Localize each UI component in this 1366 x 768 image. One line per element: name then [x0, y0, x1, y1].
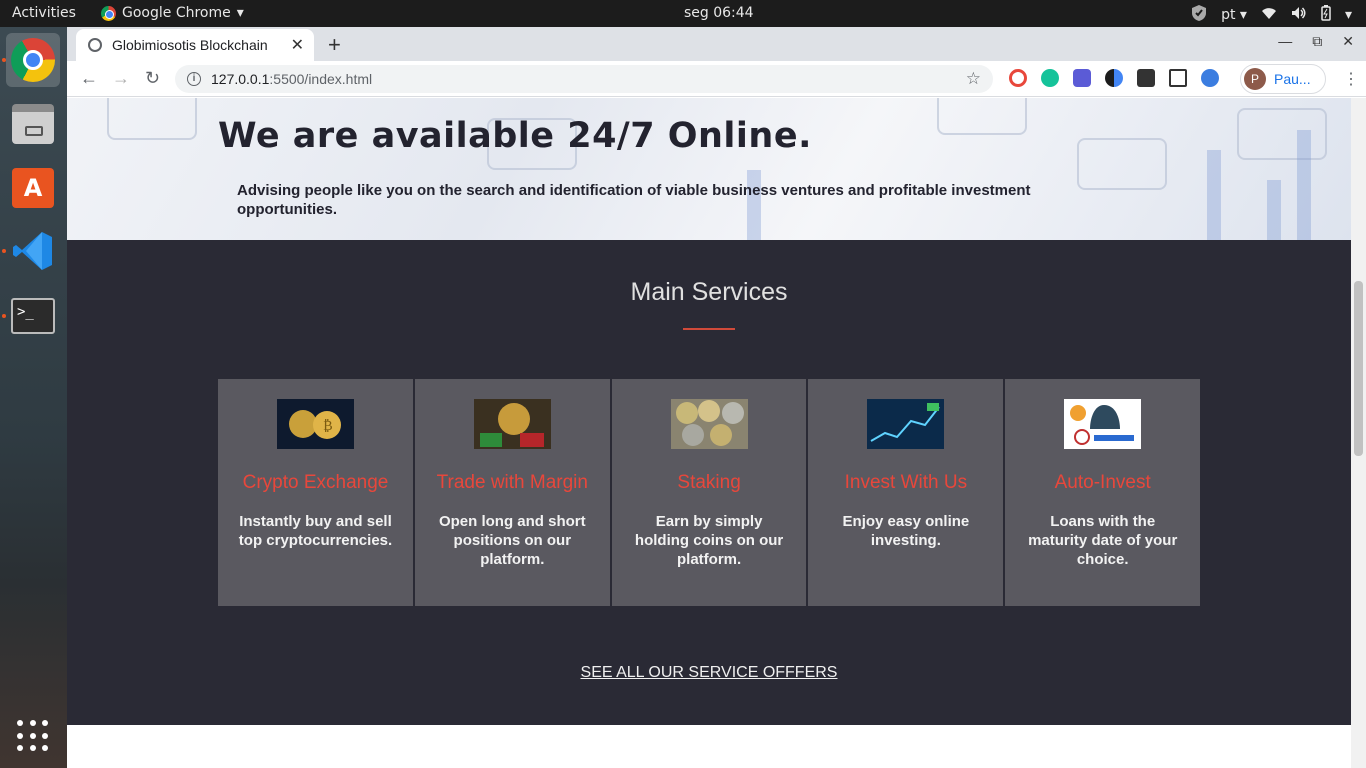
- app-menu[interactable]: Google Chrome ▾: [101, 5, 244, 21]
- next-section: [67, 725, 1351, 768]
- globe-icon: [88, 38, 102, 52]
- services-title: Main Services: [630, 278, 788, 306]
- browser-tab[interactable]: Globimiosotis Blockchain ✕: [76, 29, 314, 61]
- show-applications-button[interactable]: [17, 720, 49, 752]
- service-card-desc: Open long and short positions on our pla…: [438, 513, 586, 568]
- service-card-title: Crypto Exchange: [242, 472, 389, 493]
- see-all-services-link[interactable]: SEE ALL OUR SERVICE OFFFERS: [67, 664, 1351, 682]
- service-card-desc: Enjoy easy online investing.: [842, 513, 970, 549]
- service-card[interactable]: Auto-Invest Loans with the maturity date…: [1005, 379, 1200, 606]
- app-menu-label: Google Chrome: [122, 5, 231, 21]
- eyedropper-icon[interactable]: [1137, 69, 1155, 87]
- profile-name: Pau...: [1274, 71, 1311, 87]
- hero-section: We are available 24/7 Online. Advising p…: [67, 98, 1351, 240]
- service-card[interactable]: Trade with Margin Open long and short po…: [414, 379, 610, 606]
- service-card-desc: Instantly buy and sell top cryptocurrenc…: [238, 513, 393, 549]
- service-card[interactable]: Staking Earn by simply holding coins on …: [611, 379, 807, 606]
- language-indicator[interactable]: pt ▾: [1221, 7, 1247, 23]
- staking-coins-image: [670, 399, 748, 449]
- title-underline: [683, 328, 735, 330]
- software-center-icon: A: [12, 168, 54, 208]
- vscode-icon: [12, 230, 54, 272]
- crypto-coins-image: ₿: [277, 399, 354, 449]
- screenshot-icon[interactable]: [1169, 69, 1187, 87]
- ethereum-icon[interactable]: [1201, 69, 1219, 87]
- zoom-icon[interactable]: [1073, 69, 1091, 87]
- power-menu-chevron-icon[interactable]: ▾: [1345, 7, 1352, 23]
- activities-button[interactable]: Activities: [12, 5, 76, 21]
- window-controls: — ⧉ ✕: [1278, 33, 1354, 50]
- service-card-desc: Earn by simply holding coins on our plat…: [634, 513, 784, 568]
- url-host: 127.0.0.1: [211, 71, 270, 87]
- address-bar[interactable]: i 127.0.0.1:5500/index.html ☆: [175, 65, 993, 93]
- dock-files[interactable]: [6, 97, 60, 151]
- auto-invest-image: [1064, 399, 1142, 449]
- forward-button[interactable]: →: [112, 68, 130, 89]
- chevron-down-icon: ▾: [236, 5, 244, 21]
- browser-toolbar: ← → ↻ i 127.0.0.1:5500/index.html ☆ P Pa…: [67, 61, 1366, 97]
- bitcoin-trade-image: [473, 399, 551, 449]
- bookmark-star-icon[interactable]: ☆: [966, 69, 981, 89]
- scrollbar-thumb[interactable]: [1354, 281, 1363, 456]
- shield-icon[interactable]: [1191, 4, 1207, 26]
- investment-chart-image: [867, 399, 945, 449]
- page-scrollbar[interactable]: [1351, 98, 1366, 768]
- service-card-title: Invest With Us: [844, 472, 968, 493]
- tab-strip: Globimiosotis Blockchain ✕ + — ⧉ ✕: [67, 27, 1366, 61]
- service-card[interactable]: ₿ Crypto Exchange Instantly buy and sell…: [218, 379, 413, 606]
- close-window-button[interactable]: ✕: [1342, 33, 1354, 50]
- service-card-title: Staking: [677, 472, 741, 493]
- svg-text:₿: ₿: [323, 418, 333, 434]
- url-path: :5500/index.html: [269, 71, 373, 87]
- service-card-title: Auto-Invest: [1054, 472, 1151, 493]
- service-card-desc: Loans with the maturity date of your cho…: [1028, 513, 1178, 568]
- files-icon: [12, 104, 54, 144]
- service-cards: ₿ Crypto Exchange Instantly buy and sell…: [218, 379, 1200, 606]
- hero-subtext: Advising people like you on the search a…: [237, 182, 1031, 218]
- new-tab-button[interactable]: +: [328, 32, 341, 58]
- more-menu-icon[interactable]: ⋮: [1343, 69, 1359, 89]
- extension-icon[interactable]: [1105, 69, 1123, 87]
- browser-window: Globimiosotis Blockchain ✕ + — ⧉ ✕ ← → ↻…: [67, 27, 1366, 768]
- avatar: P: [1244, 68, 1266, 90]
- service-card-title: Trade with Margin: [436, 472, 588, 493]
- maximize-button[interactable]: ⧉: [1312, 33, 1322, 50]
- minimize-button[interactable]: —: [1278, 33, 1292, 50]
- terminal-icon: >_: [11, 298, 55, 334]
- info-icon[interactable]: i: [187, 72, 201, 86]
- clock[interactable]: seg 06:44: [684, 5, 754, 21]
- dock-terminal[interactable]: >_: [6, 289, 60, 343]
- chrome-icon: [101, 5, 116, 21]
- hero-heading: We are available 24/7 Online.: [218, 116, 812, 156]
- service-card[interactable]: Invest With Us Enjoy easy online investi…: [808, 379, 1004, 606]
- system-top-bar: Activities Google Chrome ▾ seg 06:44 pt …: [0, 0, 1366, 27]
- back-button[interactable]: ←: [80, 68, 98, 89]
- profile-button[interactable]: P Pau...: [1240, 64, 1326, 94]
- dock-chrome[interactable]: [6, 33, 60, 87]
- close-tab-icon[interactable]: ✕: [291, 35, 304, 55]
- battery-icon[interactable]: [1321, 5, 1331, 25]
- language-label: pt: [1221, 7, 1236, 23]
- wifi-icon[interactable]: [1261, 6, 1277, 24]
- dock-vscode[interactable]: [6, 224, 60, 278]
- tab-title: Globimiosotis Blockchain: [112, 37, 268, 53]
- grammarly-icon[interactable]: [1041, 69, 1059, 87]
- dock-software[interactable]: A: [6, 161, 60, 215]
- chrome-icon: [11, 38, 55, 82]
- volume-icon[interactable]: [1291, 6, 1307, 24]
- system-tray[interactable]: pt ▾ ▾: [1191, 4, 1352, 26]
- reload-button[interactable]: ↻: [145, 68, 160, 89]
- extension-icon[interactable]: [1009, 69, 1027, 87]
- dock: A >_: [0, 27, 67, 768]
- page-viewport[interactable]: We are available 24/7 Online. Advising p…: [67, 98, 1351, 768]
- services-section: Main Services ₿ Crypto Exchange Instantl…: [67, 240, 1351, 725]
